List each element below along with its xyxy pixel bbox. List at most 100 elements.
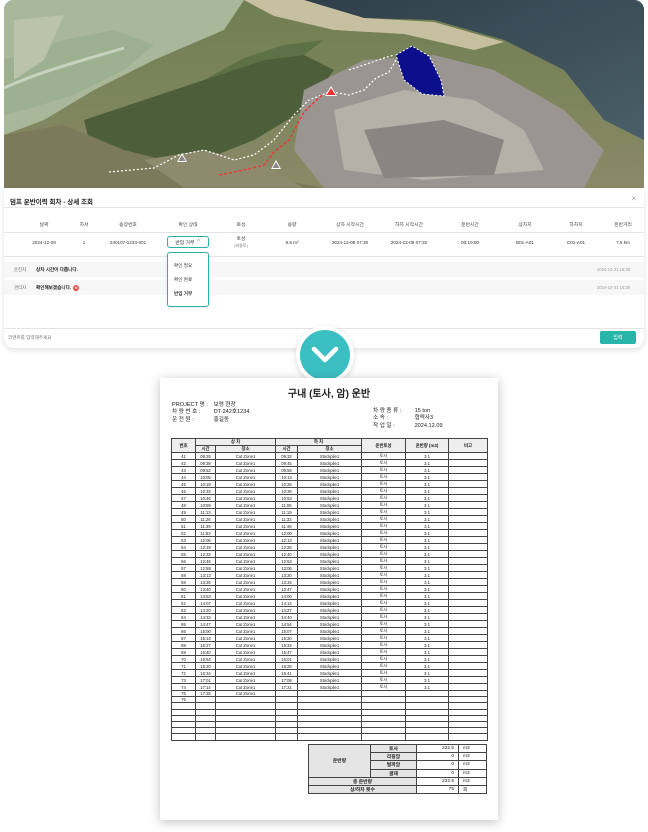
comment-text-body: 확인해보겠습니다. xyxy=(36,285,72,291)
cell-soil: 토사 xyxy=(361,536,406,544)
cell-volume: 3.1 xyxy=(405,487,449,495)
cell-unload-place: Stockpile1 xyxy=(297,606,362,614)
cell-volume: 3.1 xyxy=(405,662,449,670)
workday-value: 2024.12.09 xyxy=(414,422,443,429)
cell-unload-place: Stockpile1 xyxy=(297,662,362,670)
close-icon[interactable]: × xyxy=(631,194,636,203)
cell-no: 58 xyxy=(171,571,196,579)
cell-unload-place: Stockpile1 xyxy=(297,522,362,530)
cell-unload-place: Stockpile1 xyxy=(297,578,362,586)
comment-input[interactable] xyxy=(8,332,548,342)
cell-volume: 3.1 xyxy=(405,508,449,516)
cell-unload-time: 09:59 xyxy=(275,466,298,474)
cell-unload-place: Stockpile1 xyxy=(297,452,362,460)
cell-volume: 3.1 xyxy=(405,501,449,509)
trip-table: 번호 상 차 하 차 운반토성 운반량 (m3) 비고 시간 장소 시간 장소 … xyxy=(171,438,488,741)
cell-load-time: 10:19 xyxy=(195,480,216,488)
cell-soil: 토사 xyxy=(361,494,406,502)
cell-unload-time: 09:45 xyxy=(275,459,298,467)
cell-load-time: 09:38 xyxy=(195,459,216,467)
screen: 덤프 운반이력 회차 - 상세 조회 × 날짜 차서 송장번호 확인 상태 토성… xyxy=(0,0,648,832)
cell-unload-time xyxy=(275,733,298,741)
cell-volume: 3.1 xyxy=(405,494,449,502)
cell-unload-time: 13:34 xyxy=(275,578,298,586)
col-soil: 운반토성 xyxy=(361,438,406,453)
table-row: 45 10:19 Cut Zone1 10:26 Stockpile1 토사 3.1 xyxy=(171,480,488,488)
cell-soil: 토사 xyxy=(361,599,406,607)
cell-load-time: 10:05 xyxy=(195,473,216,481)
cell-unload-place: Stockpile1 xyxy=(297,620,362,628)
status-dropdown[interactable]: 반입 거부 ⌃ xyxy=(167,236,209,248)
cell-load-time: 12:46 xyxy=(195,557,216,565)
table-row[interactable]: 2024-12-09 1 240107-1234-001 토성 (비용토) 9.… xyxy=(4,236,644,250)
cell-soil: 토사 xyxy=(361,613,406,621)
cell-soil: 토사 xyxy=(361,606,406,614)
cell-volume: 9.5 m³ xyxy=(285,240,299,245)
cell-volume: 3.1 xyxy=(405,571,449,579)
cell-note xyxy=(448,627,488,635)
cell-soil: 토사 xyxy=(361,669,406,677)
cell-load-place: Cut Zone1 xyxy=(215,459,276,467)
cell-load-time: 12:19 xyxy=(195,543,216,551)
table-row: 72 16:34 Cut Zone1 16:41 Stockpile1 토사 3.1 xyxy=(171,669,488,677)
cell-soil: 토사 xyxy=(361,459,406,467)
col-load-time: 시간 xyxy=(195,445,216,453)
cell-load-place: Cut Zone1 xyxy=(215,648,276,656)
cell-soil: 토사 xyxy=(361,627,406,635)
status-option-confirmed[interactable]: 확인 완료 xyxy=(168,273,208,287)
cell-note xyxy=(448,578,488,586)
cell-note xyxy=(448,564,488,572)
cell-load-place: Cut Zone1 xyxy=(215,655,276,663)
satellite-map[interactable] xyxy=(4,0,644,188)
cell-load-place: Cut Zone1 xyxy=(215,536,276,544)
cell-volume: 3.1 xyxy=(405,613,449,621)
submit-comment-button[interactable]: 입력 xyxy=(600,331,636,344)
table-row: 61 13:53 Cut Zone1 14:00 Stockpile1 토사 3.1 xyxy=(171,592,488,600)
table-row: 62 14:07 Cut Zone1 14:14 Stockpile1 토사 3.1 xyxy=(171,599,488,607)
cell-soil xyxy=(361,733,406,741)
col-volume: 운반량 (m3) xyxy=(405,438,449,453)
cell-note xyxy=(448,662,488,670)
cell-soil: 토사 xyxy=(361,529,406,537)
cell-no: 61 xyxy=(171,592,196,600)
cell-no: 51 xyxy=(171,522,196,530)
table-row: 66 15:00 Cut Zone1 15:07 Stockpile1 토사 3.1 xyxy=(171,627,488,635)
org-value: 협력사3 xyxy=(414,415,434,422)
table-row: 65 14:47 Cut Zone1 14:54 Stockpile1 토사 3.1 xyxy=(171,620,488,628)
cell-volume: 3.1 xyxy=(405,459,449,467)
cell-volume: 3.1 xyxy=(405,683,449,691)
trips-label: 상/하차 횟수 xyxy=(308,784,417,795)
th-seq: 차서 xyxy=(79,223,89,228)
cell-load-time: 11:39 xyxy=(195,522,216,530)
cell-soil-sub: (비용토) xyxy=(234,243,248,248)
cell-soil: 토사 xyxy=(361,585,406,593)
cell-soil: 토사 xyxy=(361,641,406,649)
cell-no: 74 xyxy=(171,683,196,691)
table-row: 52 11:53 Cut Zone1 12:00 Stockpile1 토사 3.1 xyxy=(171,529,488,537)
cell-distance: 7.5 km xyxy=(616,240,630,245)
cell-no: 62 xyxy=(171,599,196,607)
table-row: 67 15:14 Cut Zone1 15:20 Stockpile1 토사 3.1 xyxy=(171,634,488,642)
table-row xyxy=(171,733,488,741)
cell-unload-place xyxy=(297,733,362,741)
cell-no: 43 xyxy=(171,466,196,474)
cell-volume: 3.1 xyxy=(405,676,449,684)
status-option-rejected[interactable]: 반입 거부 xyxy=(168,287,208,301)
summary-unit: m3 xyxy=(458,760,487,770)
status-option-needs-check[interactable]: 확인 필요 xyxy=(168,259,208,273)
cell-load-place: Cut Zone1 xyxy=(215,522,276,530)
document-title: 구내 (토사, 암) 운반 xyxy=(287,389,371,400)
cell-load-time: 13:40 xyxy=(195,585,216,593)
cell-load-time: 11:53 xyxy=(195,529,216,537)
meta-left: PROJECT 명 : 보령 현장 차 량 번 호 : DT-242호1234 … xyxy=(172,402,250,424)
cell-volume: 3.1 xyxy=(405,641,449,649)
cell-unload-place: Stockpile1 xyxy=(297,599,362,607)
table-row: 60 13:40 Cut Zone1 13:47 Stockpile1 토사 3.1 xyxy=(171,585,488,593)
cell-unload-time: 14:14 xyxy=(275,599,298,607)
th-distance: 운반거리 xyxy=(614,223,632,228)
cell-soil: 토사 xyxy=(361,662,406,670)
cell-unload-time: 14:54 xyxy=(275,620,298,628)
cell-load-time: 11:26 xyxy=(195,515,216,523)
cell-unload-time: 12:53 xyxy=(275,557,298,565)
cell-no xyxy=(171,733,196,741)
